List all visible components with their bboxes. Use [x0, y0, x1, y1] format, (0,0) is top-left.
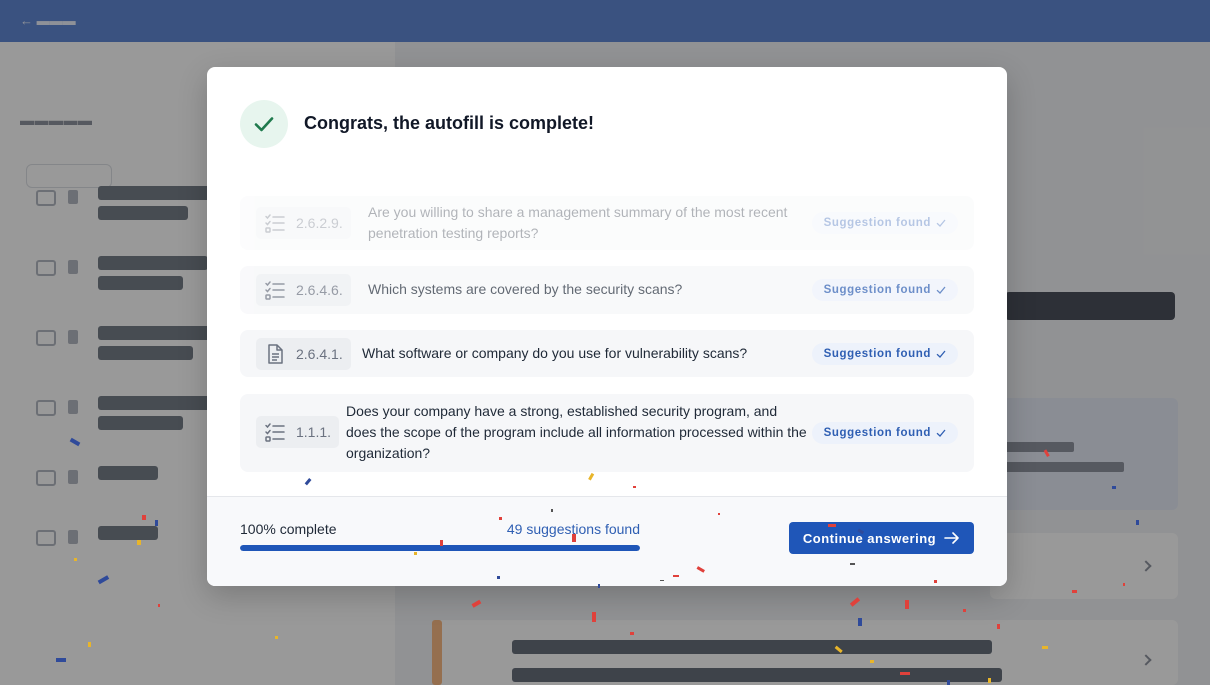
check-icon: [936, 350, 946, 358]
question-number: 2.6.4.1.: [296, 346, 343, 362]
document-icon: [268, 344, 283, 364]
question-number: 2.6.4.6.: [296, 282, 343, 298]
progress-bar: [240, 545, 640, 551]
question-item[interactable]: 2.6.4.1. What software or company do you…: [240, 330, 974, 377]
question-number-badge: 2.6.4.6.: [256, 274, 351, 306]
question-text: Are you willing to share a management su…: [368, 204, 788, 241]
dialog-footer: 100% complete 49 suggestions found Conti…: [207, 496, 1007, 586]
question-number: 1.1.1.: [296, 424, 332, 440]
suggestions-count: 49 suggestions found: [506, 521, 640, 537]
status-badge: Suggestion found: [811, 279, 958, 301]
check-icon: [936, 286, 946, 294]
arrow-right-icon: [944, 532, 959, 544]
question-number-badge: 2.6.2.9.: [256, 207, 351, 239]
checklist-icon: [265, 281, 285, 300]
check-icon: [936, 219, 946, 227]
checklist-icon: [265, 423, 285, 442]
status-badge: Suggestion found: [811, 422, 958, 444]
continue-answering-button[interactable]: Continue answering: [789, 522, 974, 554]
autofill-complete-dialog: Congrats, the autofill is complete! 2.6.…: [207, 67, 1007, 586]
question-text: Does your company have a strong, establi…: [346, 403, 807, 461]
dialog-title: Congrats, the autofill is complete!: [304, 113, 595, 133]
checkmark-icon: [254, 117, 274, 132]
check-icon: [936, 429, 946, 437]
question-number: 2.6.2.9.: [296, 215, 343, 231]
checklist-icon: [265, 214, 285, 233]
question-text: Which systems are covered by the securit…: [368, 281, 683, 297]
question-text: What software or company do you use for …: [362, 345, 748, 361]
progress-label: 100% complete: [240, 521, 337, 537]
question-item[interactable]: 2.6.2.9. Are you willing to share a mana…: [240, 196, 974, 250]
status-badge: Suggestion found: [811, 212, 958, 234]
question-item[interactable]: 2.6.4.6. Which systems are covered by th…: [240, 266, 974, 314]
question-number-badge: 2.6.4.1.: [256, 338, 351, 370]
status-badge: Suggestion found: [811, 343, 958, 365]
question-number-badge: 1.1.1.: [256, 416, 340, 448]
progress-fill: [240, 545, 640, 551]
question-item[interactable]: 1.1.1. Does your company have a strong, …: [240, 394, 974, 472]
success-badge: [240, 100, 288, 148]
